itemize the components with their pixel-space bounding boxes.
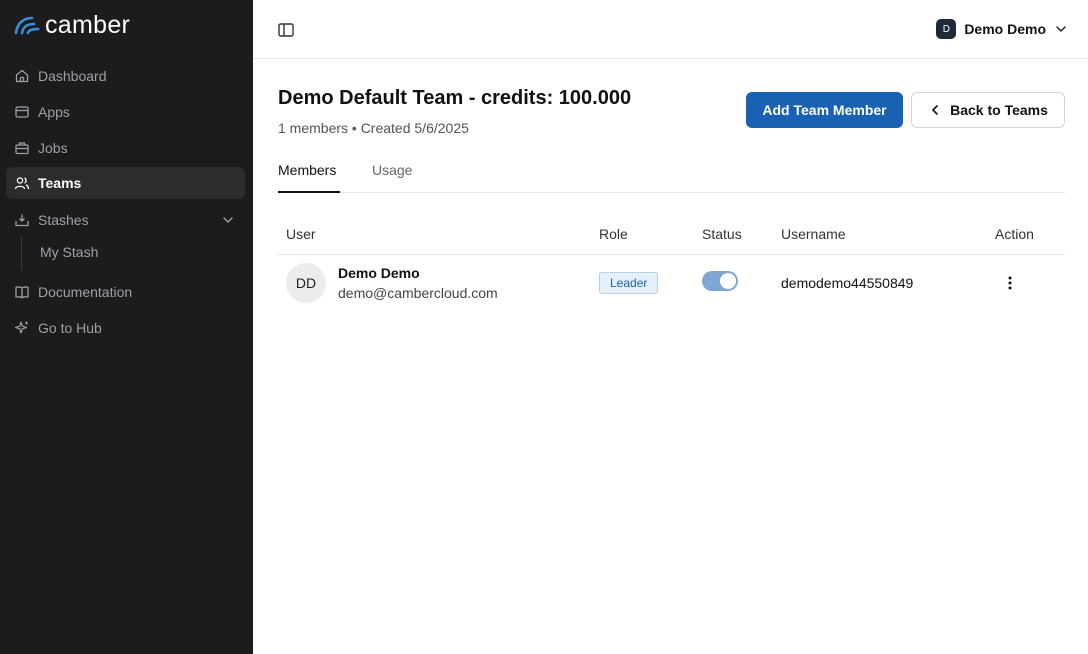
camber-logo[interactable]: camber: [14, 10, 131, 39]
sidebar-item-label: Go to Hub: [38, 320, 102, 336]
member-username: demodemo44550849: [781, 275, 914, 291]
user-menu[interactable]: D Demo Demo: [936, 19, 1068, 39]
tab-bar: Members Usage: [278, 152, 1065, 193]
back-to-teams-button[interactable]: Back to Teams: [911, 92, 1065, 128]
sidebar-item-go-to-hub[interactable]: Go to Hub: [6, 312, 245, 344]
stash-icon: [14, 212, 30, 228]
avatar: DD: [286, 263, 326, 303]
page-title: Demo Default Team - credits: 100.000: [278, 87, 632, 109]
sidebar-toggle-icon[interactable]: [277, 21, 295, 39]
more-vertical-icon: [1008, 276, 1012, 290]
toggle-knob: [720, 273, 736, 289]
users-icon: [14, 175, 30, 191]
row-actions-button[interactable]: [1002, 273, 1018, 293]
column-header-role: Role: [599, 226, 628, 242]
member-email: demo@cambercloud.com: [338, 285, 498, 301]
sidebar-item-jobs[interactable]: Jobs: [6, 132, 245, 164]
tab-usage[interactable]: Usage: [372, 162, 412, 193]
user-avatar: D: [936, 19, 957, 39]
apps-icon: [14, 104, 30, 120]
sidebar-item-label: Apps: [38, 104, 70, 120]
topbar: D Demo Demo: [253, 0, 1088, 59]
sidebar-item-stashes[interactable]: Stashes: [6, 204, 245, 236]
sparkle-icon: [14, 320, 30, 336]
table-header: User Role Status Username Action: [278, 218, 1065, 255]
sidebar-item-label: Jobs: [38, 140, 68, 156]
home-icon: [14, 68, 30, 84]
book-icon: [14, 284, 30, 300]
back-to-teams-label: Back to Teams: [950, 102, 1048, 118]
add-team-member-button[interactable]: Add Team Member: [746, 92, 903, 128]
sidebar-item-label: Stashes: [38, 212, 89, 228]
column-header-action: Action: [995, 226, 1034, 242]
sidebar-item-label: Teams: [38, 175, 82, 191]
user-name: Demo Demo: [964, 21, 1046, 37]
sidebar-item-label: Dashboard: [38, 68, 107, 84]
sidebar-item-teams[interactable]: Teams: [6, 167, 245, 199]
column-header-user: User: [286, 226, 316, 242]
camber-logo-icon: [14, 16, 40, 35]
column-header-username: Username: [781, 226, 846, 242]
column-header-status: Status: [702, 226, 742, 242]
status-toggle[interactable]: [702, 271, 738, 291]
sidebar-item-dashboard[interactable]: Dashboard: [6, 60, 245, 92]
sidebar: camber Dashboard Apps Jobs Teams Stashes…: [0, 0, 253, 654]
tab-members[interactable]: Members: [278, 162, 340, 193]
page-subtitle: 1 members • Created 5/6/2025: [278, 120, 469, 136]
jobs-icon: [14, 140, 30, 156]
submenu-divider: [21, 236, 22, 270]
sidebar-item-label: Documentation: [38, 284, 133, 300]
sidebar-item-my-stash[interactable]: My Stash: [40, 244, 98, 260]
role-badge: Leader: [599, 272, 659, 294]
table-row: DD Demo Demo demo@cambercloud.com Leader…: [278, 255, 1065, 311]
chevron-left-icon: [931, 105, 938, 115]
brand-name: camber: [45, 10, 131, 39]
sidebar-item-apps[interactable]: Apps: [6, 96, 245, 128]
member-name: Demo Demo: [338, 265, 420, 281]
chevron-down-icon: [1056, 26, 1066, 33]
sidebar-item-documentation[interactable]: Documentation: [6, 276, 245, 308]
chevron-down-icon[interactable]: [221, 213, 235, 227]
